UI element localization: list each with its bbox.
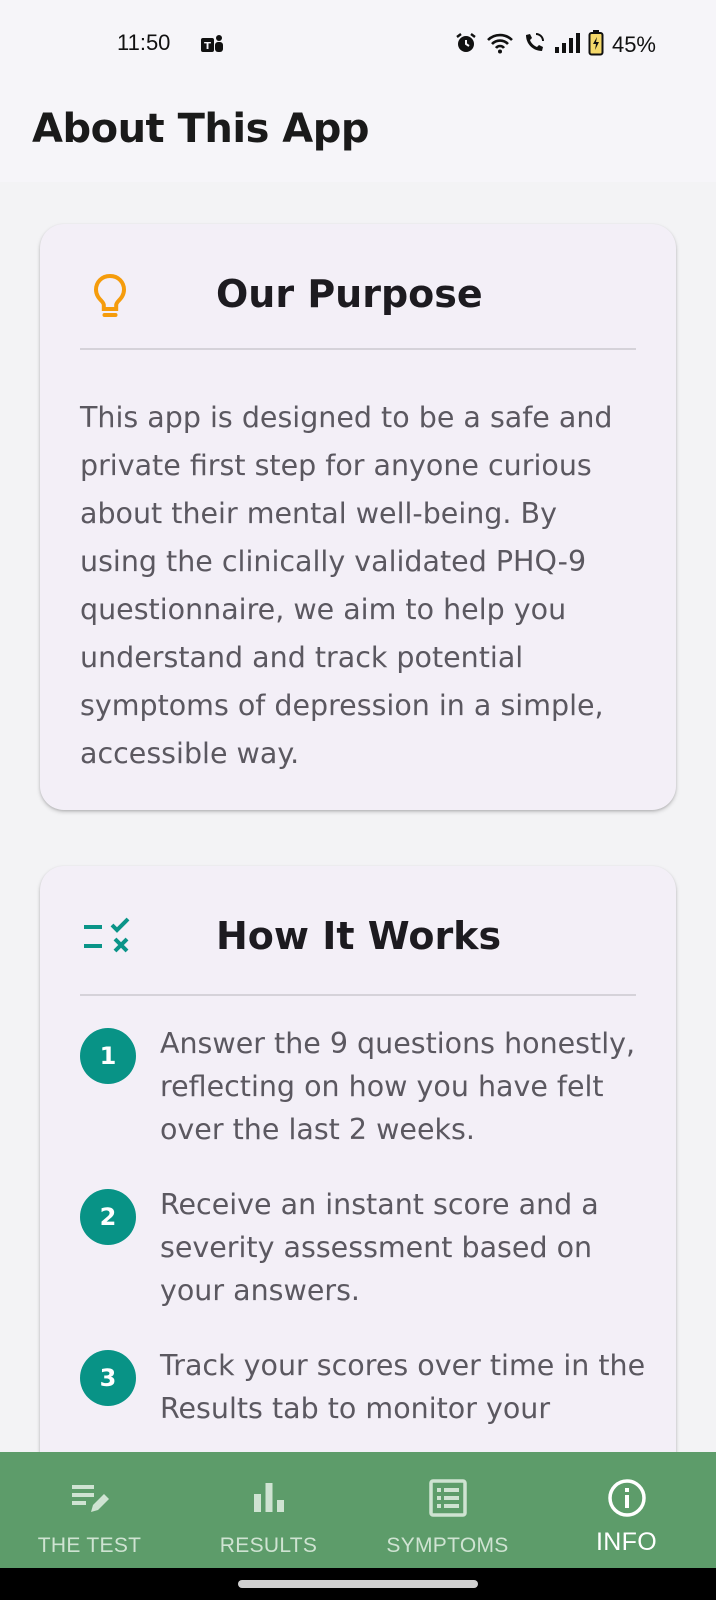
nav-item-the-test[interactable]: THE TEST (0, 1452, 179, 1568)
edit-list-icon (68, 1476, 112, 1520)
nav-item-symptoms[interactable]: SYMPTOMS (358, 1452, 537, 1568)
step-item: 3 Track your scores over time in the Res… (80, 1344, 650, 1430)
how-card-title: How It Works (216, 914, 502, 958)
step-text: Receive an instant score and a severity … (160, 1188, 599, 1307)
wifi-icon (486, 31, 514, 59)
svg-text:T: T (204, 41, 211, 52)
nav-label: INFO (596, 1528, 657, 1556)
status-icons: 45% (454, 30, 656, 60)
step-item: 2 Receive an instant score and a severit… (80, 1183, 650, 1312)
step-item: 1 Answer the 9 questions honestly, refle… (80, 1022, 650, 1151)
signal-icon (554, 32, 580, 58)
page-title: About This App (32, 106, 370, 152)
step-text: Answer the 9 questions honestly, reflect… (160, 1027, 636, 1146)
purpose-card-body: This app is designed to be a safe and pr… (80, 401, 613, 770)
home-gesture-handle[interactable] (238, 1580, 478, 1588)
purpose-divider (80, 348, 636, 350)
nav-label: THE TEST (37, 1534, 142, 1557)
status-bar: 11:50 T 45% (0, 0, 716, 86)
content-scroll-area[interactable]: Our Purpose This app is designed to be a… (0, 182, 716, 1452)
how-divider (80, 994, 636, 996)
step-number-badge: 3 (80, 1350, 136, 1406)
steps-list: 1 Answer the 9 questions honestly, refle… (80, 1022, 650, 1452)
lightbulb-icon (80, 266, 140, 326)
nav-item-results[interactable]: RESULTS (179, 1452, 358, 1568)
battery-charging-icon (588, 30, 604, 60)
how-card-header: How It Works (80, 908, 636, 968)
purpose-card-title: Our Purpose (216, 272, 483, 316)
wifi-call-icon (522, 31, 546, 59)
list-alt-icon (426, 1476, 470, 1520)
step-number-badge: 2 (80, 1189, 136, 1245)
system-navigation-bar (0, 1568, 716, 1600)
how-it-works-card: How It Works 1 Answer the 9 questions ho… (40, 866, 676, 1452)
app-bar: About This App (0, 86, 716, 182)
teams-icon: T (200, 33, 224, 61)
status-time: 11:50 (117, 30, 171, 55)
info-icon (605, 1476, 649, 1520)
alarm-icon (454, 31, 478, 59)
bar-chart-icon (247, 1476, 291, 1520)
purpose-card-header: Our Purpose (80, 266, 636, 326)
bottom-navigation: THE TEST RESULTS SYMPTOMS INFO (0, 1452, 716, 1568)
purpose-card: Our Purpose This app is designed to be a… (40, 224, 676, 810)
checklist-icon (80, 908, 140, 968)
step-text: Track your scores over time in the Resul… (160, 1349, 646, 1425)
nav-item-info[interactable]: INFO (537, 1452, 716, 1568)
step-number-badge: 1 (80, 1028, 136, 1084)
nav-label: SYMPTOMS (386, 1534, 509, 1557)
nav-label: RESULTS (219, 1534, 318, 1557)
battery-percentage: 45% (611, 32, 656, 57)
